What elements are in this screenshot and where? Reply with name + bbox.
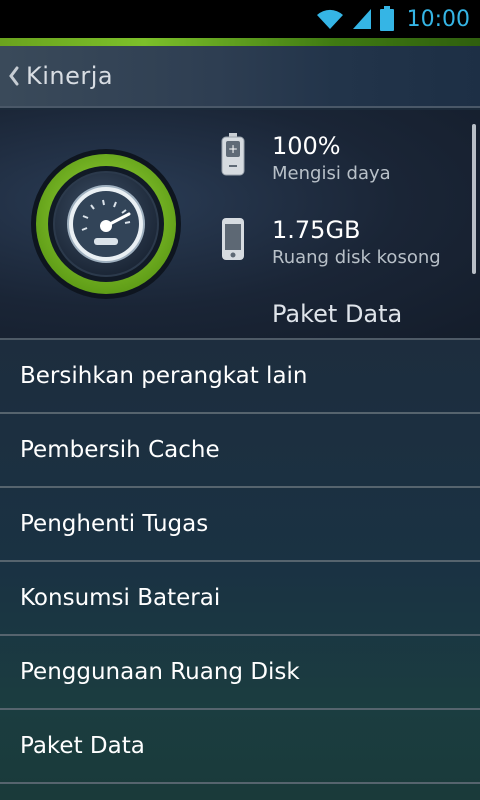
signal-icon (351, 7, 373, 31)
disk-stat: 1.75GB Ruang disk kosong (218, 214, 441, 270)
summary-panel: + 100% Mengisi daya 1.75GB Ruang disk ko… (0, 110, 480, 340)
phone-icon (218, 216, 248, 262)
svg-text:+: + (228, 142, 238, 156)
status-bar: 10:00 (0, 0, 480, 38)
menu-list: Bersihkan perangkat lain Pembersih Cache… (0, 340, 480, 800)
menu-item-clean-other-devices[interactable]: Bersihkan perangkat lain (0, 340, 480, 414)
status-time: 10:00 (406, 6, 470, 32)
wifi-icon (315, 7, 345, 31)
menu-item-task-killer[interactable]: Penghenti Tugas (0, 488, 480, 562)
header[interactable]: Kinerja (0, 46, 480, 108)
battery-label: Mengisi daya (272, 163, 391, 184)
menu-item-cache-cleaner[interactable]: Pembersih Cache (0, 414, 480, 488)
battery-status-icon (379, 6, 395, 32)
disk-label: Ruang disk kosong (272, 247, 441, 268)
menu-item-battery-consumption[interactable]: Konsumsi Baterai (0, 562, 480, 636)
accent-bar (0, 38, 480, 46)
speedometer-icon (30, 148, 182, 300)
data-plan-label: Paket Data (272, 300, 403, 328)
battery-icon: + (218, 132, 248, 178)
menu-item-data-plan[interactable]: Paket Data (0, 710, 480, 784)
summary-scrollbar[interactable] (472, 124, 476, 274)
battery-stat: + 100% Mengisi daya (218, 130, 391, 186)
disk-value: 1.75GB (272, 216, 361, 244)
page-title: Kinerja (26, 62, 114, 90)
back-icon[interactable] (6, 64, 22, 88)
menu-item-disk-usage[interactable]: Penggunaan Ruang Disk (0, 636, 480, 710)
battery-value: 100% (272, 132, 341, 160)
